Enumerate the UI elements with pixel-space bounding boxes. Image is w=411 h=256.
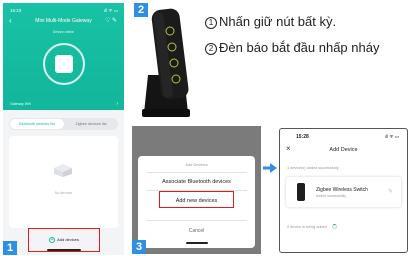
step-badge-1: 1	[3, 241, 17, 255]
device-status: Device online	[52, 30, 74, 34]
instruction-text: Đèn báo bắt đầu nhấp nháy	[219, 40, 380, 55]
step-badge-2: 2	[134, 3, 148, 17]
header-icons[interactable]: ♡ ✎	[105, 17, 117, 24]
status-icons: ıll ᯤ ▭	[384, 134, 399, 139]
highlight-box	[159, 191, 234, 208]
action-sheet: Add Devices Associate Bluetooth devices …	[138, 156, 255, 248]
gateway-icon	[55, 55, 73, 73]
gateway-wifi-row[interactable]: Gateway Wifi ›	[3, 98, 124, 110]
home-indicator	[186, 242, 208, 244]
add-device-result-panel: 15:28 ıll ᯤ ▭ × Add Device 1 device(s) a…	[279, 128, 408, 253]
instruction-2: 2 Đèn báo bắt đầu nhấp nháy	[205, 40, 379, 55]
adding-count-text: 0 device is being added	[287, 225, 327, 229]
instruction-text: Nhấn giữ nút bất kỳ.	[219, 14, 337, 29]
instruction-number: 1	[205, 17, 217, 29]
loading-spinner-icon	[332, 224, 337, 229]
divider	[146, 220, 247, 221]
gateway-header: 15:23 ıll ᯤ ▭ ‹ Mini Multi-Mode Gateway …	[3, 3, 124, 98]
divider	[146, 172, 247, 173]
added-count-text: 1 device(s) added successfully	[287, 166, 339, 170]
empty-text: No devices	[54, 191, 73, 195]
zigbee-switch-image	[142, 8, 190, 117]
chevron-right-icon: ›	[116, 101, 118, 107]
add-devices-sheet-panel: Add Devices Associate Bluetooth devices …	[132, 126, 261, 254]
gateway-screen-panel: 15:23 ıll ᯤ ▭ ‹ Mini Multi-Mode Gateway …	[3, 3, 124, 255]
gateway-wifi-label: Gateway Wifi	[10, 102, 31, 106]
tab-zigbee[interactable]: Zigbee devices list	[65, 119, 117, 129]
device-card[interactable]: Zigbee Wireless Switch Added successfull…	[286, 177, 401, 207]
device-list: No devices	[9, 136, 118, 228]
step-badge-3: 3	[132, 240, 146, 254]
sheet-title: Add Devices	[185, 162, 208, 167]
instruction-number: 2	[205, 43, 217, 55]
device-status: Added successfully	[316, 194, 346, 198]
empty-box-icon	[54, 164, 72, 177]
device-panel: 2	[134, 3, 196, 121]
instruction-1: 1 Nhấn giữ nút bất kỳ.	[205, 14, 336, 29]
status-time: 15:23	[10, 8, 22, 13]
device-tabs: Bluetooth devices list Zigbee devices li…	[9, 118, 118, 130]
edit-icon[interactable]: ✎	[388, 188, 393, 195]
arrow-right-icon	[263, 163, 277, 173]
home-indicator	[47, 249, 81, 251]
page-title: Add Device	[329, 147, 358, 153]
associate-bluetooth-option[interactable]: Associate Bluetooth devices	[138, 179, 255, 185]
device-thumbnail	[297, 183, 305, 201]
cancel-button[interactable]: Cancel	[138, 228, 255, 234]
tab-bluetooth[interactable]: Bluetooth devices list	[10, 119, 64, 129]
status-time: 15:28	[296, 134, 309, 140]
status-icons: ıll ᯤ ▭	[103, 8, 118, 13]
device-name: Zigbee Wireless Switch	[316, 187, 368, 193]
